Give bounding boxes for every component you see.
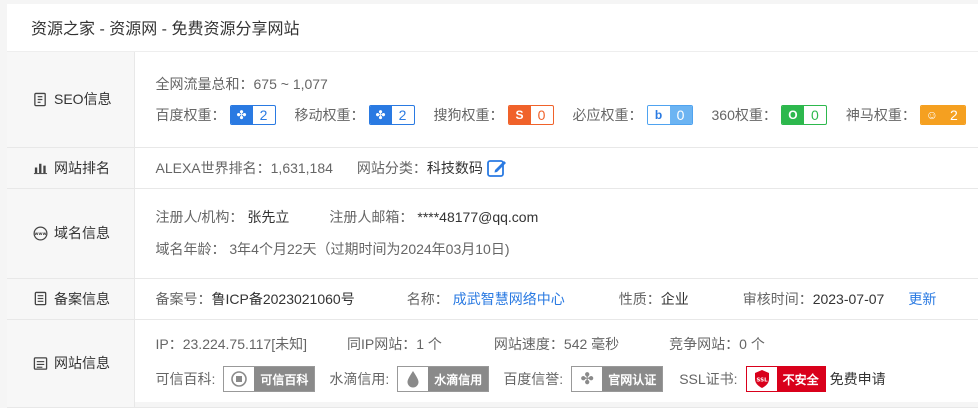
- bing-weight-label: 必应权重：: [573, 105, 643, 125]
- www-globe-icon: www: [33, 226, 48, 241]
- edit-icon[interactable]: [487, 159, 507, 177]
- domain-label: 域名信息: [54, 223, 110, 243]
- domain-row: www 域名信息 注册人/机构： 张先立 注册人邮箱： ****48177@qq…: [7, 188, 978, 278]
- mobile-weight-badge[interactable]: ✤ 2: [369, 105, 415, 125]
- alexa-rank: ALEXA世界排名：1,631,184: [156, 158, 333, 178]
- email-value: ****48177@qq.com: [417, 209, 538, 225]
- seo-label: SEO信息: [54, 89, 112, 109]
- icp-name-label: 名称：: [407, 289, 449, 309]
- baidu-weight-label: 百度权重：: [156, 105, 226, 125]
- icp-nature: 企业: [661, 289, 689, 309]
- traffic-total: 全网流量总和：675 ~ 1,077: [156, 73, 978, 95]
- shield-icon: [224, 367, 254, 391]
- ip-address: IP：23.224.75.117[未知]: [156, 334, 308, 354]
- icp-name-link[interactable]: 成武智慧网络中心: [453, 289, 565, 309]
- rank-row: 网站排名 ALEXA世界排名：1,631,184 网站分类： 科技数码: [7, 147, 978, 188]
- baidu-credit-badge[interactable]: ✤ 官网认证: [571, 366, 663, 392]
- mobile-weight-label: 移动权重：: [295, 105, 365, 125]
- site-speed: 网站速度：542 毫秒: [494, 334, 619, 354]
- bing-icon: b: [648, 106, 670, 124]
- water-badge[interactable]: 水滴信用: [397, 366, 489, 392]
- ssl-shield-icon: SSL: [747, 367, 777, 391]
- seo-row: SEO信息 全网流量总和：675 ~ 1,077 百度权重： ✤ 2 移动权重：…: [7, 52, 978, 147]
- icp-nature-label: 性质：: [619, 289, 661, 309]
- update-link[interactable]: 更新: [908, 289, 936, 309]
- sogou-icon: S: [509, 106, 531, 124]
- category-label: 网站分类：: [357, 158, 427, 178]
- page-title: 资源之家 - 资源网 - 免费资源分享网站: [7, 4, 978, 52]
- water-label: 水滴信用:: [329, 369, 389, 389]
- icp-label: 备案信息: [54, 289, 110, 309]
- svg-text:www: www: [35, 232, 47, 237]
- icp-row: 备案信息 备案号： 鲁ICP备2023021060号 名称： 成武智慧网络中心 …: [7, 278, 978, 319]
- baidu-credit-label: 百度信誉:: [503, 369, 563, 389]
- registrant-value: 张先立: [247, 207, 289, 227]
- weights-row: 百度权重： ✤ 2 移动权重： ✤ 2 搜狗权重： S 0 必应: [156, 105, 978, 125]
- site-label: 网站信息: [54, 353, 110, 373]
- ssl-apply-link[interactable]: 免费申请: [830, 369, 886, 389]
- site-row: 网站信息 IP：23.224.75.117[未知] 同IP网站：1 个 网站速度…: [7, 319, 978, 407]
- shenma-icon: ☺: [921, 106, 943, 124]
- document-icon: [33, 92, 48, 107]
- icp-number: 鲁ICP备2023021060号: [212, 289, 355, 309]
- ssl-badge[interactable]: SSL 不安全: [746, 366, 826, 392]
- baike-badge[interactable]: 可信百科: [223, 366, 315, 392]
- registrant-label: 注册人/机构：: [156, 207, 244, 227]
- sogou-weight-label: 搜狗权重：: [434, 105, 504, 125]
- audit-time-label: 审核时间：: [743, 289, 813, 309]
- bar-chart-icon: [33, 160, 48, 175]
- competitor-sites: 竞争网站：0 个: [669, 334, 765, 354]
- sogou-weight-badge[interactable]: S 0: [508, 105, 554, 125]
- baike-label: 可信百科:: [156, 369, 216, 389]
- audit-time: 2023-07-07: [813, 291, 885, 307]
- water-drop-icon: [398, 367, 428, 391]
- icp-number-label: 备案号：: [156, 289, 212, 309]
- 360-icon: O: [782, 106, 804, 124]
- paw-icon: ✤: [370, 106, 392, 124]
- site-info-panel: 资源之家 - 资源网 - 免费资源分享网站 SEO信息 全网流量总和：675 ~…: [7, 4, 978, 402]
- paw-icon: ✤: [572, 367, 602, 391]
- category-value: 科技数码: [427, 158, 483, 178]
- info-table: SEO信息 全网流量总和：675 ~ 1,077 百度权重： ✤ 2 移动权重：…: [7, 52, 978, 408]
- ssl-label: SSL证书:: [679, 369, 737, 389]
- shenma-weight-badge[interactable]: ☺ 2: [920, 105, 966, 125]
- same-ip-sites: 同IP网站：1 个: [347, 334, 442, 354]
- baidu-weight-badge[interactable]: ✤ 2: [230, 105, 276, 125]
- rank-label: 网站排名: [54, 158, 110, 178]
- shenma-weight-label: 神马权重：: [846, 105, 916, 125]
- bing-weight-badge[interactable]: b 0: [647, 105, 693, 125]
- 360-weight-label: 360权重：: [712, 105, 777, 125]
- domain-age: 域名年龄： 3年4个月22天（过期时间为2024年03月10日): [156, 239, 978, 259]
- record-document-icon: [33, 291, 48, 306]
- site-info-icon: [33, 356, 48, 371]
- paw-icon: ✤: [231, 106, 253, 124]
- 360-weight-badge[interactable]: O 0: [781, 105, 827, 125]
- email-label: 注册人邮箱：: [329, 207, 413, 227]
- svg-text:SSL: SSL: [756, 378, 768, 384]
